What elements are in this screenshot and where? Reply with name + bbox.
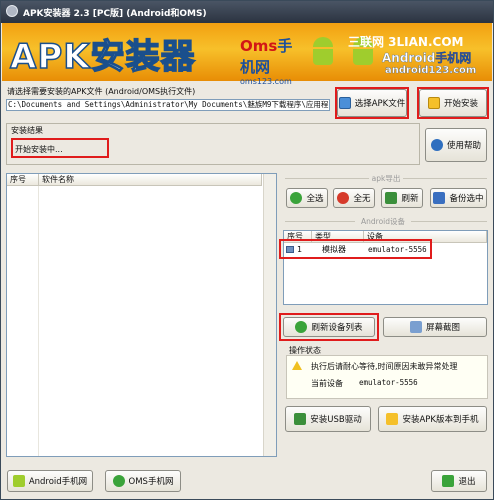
oms-site-label: OMS手机网 [128,477,174,487]
oms-logo-text: Oms [240,37,278,55]
result-group [6,123,420,165]
site-watermark: 三联网 3LIAN.COM [348,35,464,49]
android-robot-icon [310,37,336,69]
apk-col-name[interactable]: 软件名称 [39,174,262,186]
install-apk-version-button[interactable]: 安装APK版本到手机 [378,406,487,432]
device-col-device[interactable]: 设备 [364,231,487,243]
help-label: 使用帮助 [446,141,481,151]
phone-install-icon [386,413,399,425]
exit-icon [442,475,455,487]
help-icon [430,139,443,151]
window-title: APK安装器 2.3 [PC版] (Android和OMS) [23,9,207,19]
install-apk-version-label: 安装APK版本到手机 [402,415,479,425]
usb-icon [294,413,307,425]
exit-button[interactable]: 退出 [431,470,487,492]
oms-logo: Oms手机网 oms123.com [240,35,304,86]
oms-site-button[interactable]: OMS手机网 [105,470,181,492]
screenshot-button[interactable]: 屏幕截图 [383,317,487,337]
result-label: 安装结果 [11,126,43,135]
android-url: android123.com [385,65,477,76]
install-icon [427,97,440,109]
app-icon [6,5,18,17]
backup-button[interactable]: 备份选中 [430,188,487,208]
cancel-icon [337,192,350,204]
device-row[interactable]: 1 模拟器 emulator-5556 [284,243,487,257]
select-none-button[interactable]: 全无 [333,188,375,208]
start-install-label: 开始安装 [443,99,478,109]
select-none-label: 全无 [353,194,371,204]
result-text: 开始安装中... [15,145,63,154]
screenshot-icon [409,321,422,333]
exit-label: 退出 [458,477,476,487]
banner: APK安装器 Oms手机网 oms123.com 三联网 3LIAN.COM A… [2,23,492,86]
apk-list-scrollbar[interactable] [263,174,276,456]
android-logo: Android手机网 [382,49,472,66]
choose-apk-label: 选择APK文件 [354,99,406,109]
device-col-index[interactable]: 序号 [284,231,312,243]
refresh-label: 刷新 [401,194,419,204]
warning-icon [292,361,302,370]
android-site-label: Android手机网 [28,477,88,487]
app-window: APK安装器 2.3 [PC版] (Android和OMS) APK安装器 Om… [0,0,494,500]
apk-list[interactable]: 序号 软件名称 [6,173,277,457]
android-site-icon [12,475,25,487]
banner-title: APK安装器 [9,36,196,78]
start-install-button[interactable]: 开始安装 [419,89,487,117]
status-panel: 执行后请耐心等待,时间原因未敢异常处理 当前设备 emulator-5556 [286,355,488,399]
refresh-devices-icon [295,321,308,333]
apk-col-index[interactable]: 序号 [7,174,39,186]
device-row-type: 模拟器 [322,245,346,254]
folder-icon [338,97,351,109]
device-list[interactable]: 序号 类型 设备 1 模拟器 emulator-5556 [283,230,488,305]
device-row-device: emulator-5556 [368,245,427,254]
android-logo-text: Android [382,51,436,65]
install-usb-button[interactable]: 安装USB驱动 [285,406,371,432]
refresh-button[interactable]: 刷新 [381,188,423,208]
current-device-label: 当前设备 [311,379,343,388]
refresh-devices-label: 刷新设备列表 [311,323,363,333]
apk-path-field[interactable]: C:\Documents and Settings\Administrator\… [6,99,330,111]
device-col-type[interactable]: 类型 [312,231,364,243]
oms-url: oms123.com [240,77,292,86]
refresh-icon [385,192,398,204]
devices-label: Android设备 [361,217,405,226]
choose-apk-button[interactable]: 选择APK文件 [337,89,407,117]
android-site-button[interactable]: Android手机网 [7,470,93,492]
select-all-button[interactable]: 全选 [286,188,328,208]
file-prompt: 请选择需要安装的APK文件 (Android/OMS执行文件) [7,87,196,96]
screenshot-label: 屏幕截图 [425,323,460,333]
current-device-value: emulator-5556 [359,378,418,387]
title-bar: APK安装器 2.3 [PC版] (Android和OMS) [1,1,493,23]
android-logo-suffix: 手机网 [435,51,472,65]
device-icon [286,246,294,253]
select-all-label: 全选 [306,194,324,204]
install-usb-label: 安装USB驱动 [310,415,362,425]
backup-icon [433,192,446,204]
check-icon [290,192,303,204]
device-row-index: 1 [297,245,303,254]
apk-export-label: apk导出 [371,174,401,183]
help-button[interactable]: 使用帮助 [425,128,487,162]
refresh-devices-button[interactable]: 刷新设备列表 [283,317,375,337]
status-message: 执行后请耐心等待,时间原因未敢异常处理 [311,362,458,371]
backup-label: 备份选中 [449,194,484,204]
oms-site-icon [112,475,125,487]
